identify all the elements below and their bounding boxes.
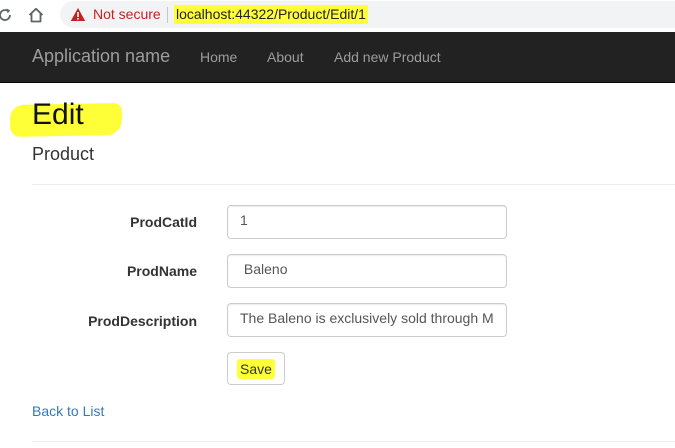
prodcatid-label: ProdCatId xyxy=(130,214,197,230)
prodname-input[interactable]: Baleno xyxy=(227,254,507,288)
warning-icon xyxy=(70,8,86,21)
top-navbar: Application name Home About Add new Prod… xyxy=(0,32,675,83)
browser-toolbar: Not secure localhost:44322/Product/Edit/… xyxy=(0,0,675,31)
back-to-list-link[interactable]: Back to List xyxy=(32,403,104,419)
brand-link[interactable]: Application name xyxy=(32,46,170,67)
page-subtitle: Product xyxy=(32,144,95,164)
prodcatid-input[interactable]: 1 xyxy=(227,205,507,239)
home-icon xyxy=(28,7,44,23)
reload-icon xyxy=(0,8,11,21)
nav-link-home[interactable]: Home xyxy=(200,49,237,65)
save-button[interactable]: Save xyxy=(227,352,285,385)
divider xyxy=(32,184,675,185)
home-button[interactable] xyxy=(25,4,47,26)
address-separator xyxy=(167,7,168,23)
address-bar[interactable]: Not secure localhost:44322/Product/Edit/… xyxy=(60,1,675,28)
proddescription-label: ProdDescription xyxy=(88,313,197,329)
save-button-label: Save xyxy=(237,358,275,379)
nav-link-about[interactable]: About xyxy=(267,49,304,65)
page-title: Edit xyxy=(32,98,84,131)
footer-divider xyxy=(32,441,675,442)
nav-link-add-product[interactable]: Add new Product xyxy=(334,49,441,65)
security-status[interactable]: Not secure xyxy=(93,6,161,22)
url-text[interactable]: localhost:44322/Product/Edit/1 xyxy=(174,5,368,24)
reload-button[interactable] xyxy=(0,4,16,26)
proddescription-input[interactable]: The Baleno is exclusively sold through M xyxy=(227,303,507,337)
prodname-label: ProdName xyxy=(126,263,197,279)
